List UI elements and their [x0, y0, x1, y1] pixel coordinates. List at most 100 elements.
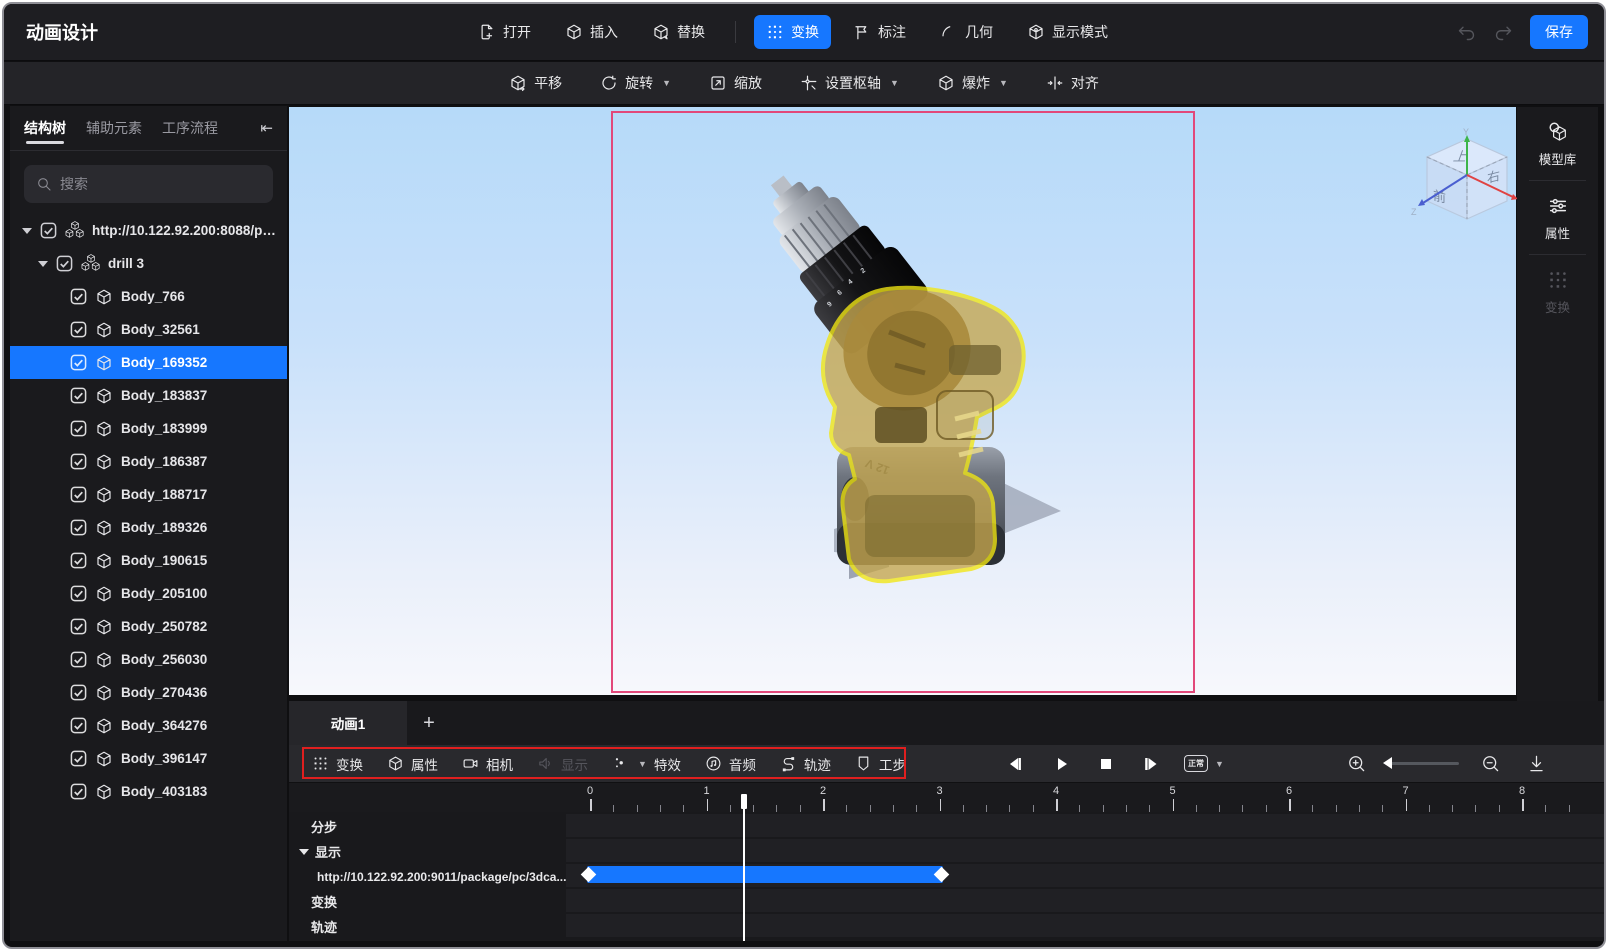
camera-icon: [463, 759, 478, 768]
replace-button[interactable]: 替换: [640, 15, 717, 49]
search-input[interactable]: 搜索: [24, 165, 273, 203]
checkbox-checked-icon[interactable]: [70, 387, 87, 404]
playhead-handle[interactable]: [740, 794, 747, 809]
tree-row-body[interactable]: Body_766: [10, 280, 287, 313]
checkbox-checked-icon[interactable]: [70, 618, 87, 635]
align-button[interactable]: 对齐: [1034, 66, 1111, 100]
animation-tab[interactable]: 动画1: [289, 701, 407, 745]
timeline-zoom-out-button[interactable]: [1481, 745, 1500, 782]
play-mode-selector[interactable]: 正常 ▼: [1184, 745, 1224, 782]
checkbox-checked-icon[interactable]: [40, 222, 57, 239]
open-button[interactable]: 打开: [466, 15, 543, 49]
checkbox-checked-icon[interactable]: [70, 519, 87, 536]
collapse-sidebar-icon[interactable]: ⇤: [260, 119, 273, 137]
timeline-zoom-in-button[interactable]: [1347, 745, 1366, 782]
undo-icon[interactable]: [1456, 22, 1477, 43]
properties-button[interactable]: 属性: [1517, 181, 1598, 254]
effects-dropdown-caret[interactable]: ▼: [638, 759, 647, 769]
tab-auxiliary-elements[interactable]: 辅助元素: [86, 106, 142, 150]
tree-row-body[interactable]: Body_270436: [10, 676, 287, 709]
track-steps[interactable]: [566, 814, 1604, 837]
rotate-button[interactable]: 旋转 ▼: [588, 66, 683, 100]
playhead[interactable]: [740, 794, 747, 941]
checkbox-checked-icon[interactable]: [70, 651, 87, 668]
expand-arrow-icon[interactable]: [22, 227, 32, 234]
timeline-zoom-slider[interactable]: [1383, 757, 1459, 769]
tree-row-body[interactable]: Body_250782: [10, 610, 287, 643]
add-animation-tab-button[interactable]: +: [407, 701, 451, 745]
checkbox-checked-icon[interactable]: [70, 486, 87, 503]
tab-process-flow[interactable]: 工序流程: [162, 106, 218, 150]
pan-button[interactable]: 平移: [497, 66, 574, 100]
tree-row-body[interactable]: Body_183999: [10, 412, 287, 445]
drill-model[interactable]: 12 V: [289, 107, 1516, 695]
checkbox-checked-icon[interactable]: [70, 585, 87, 602]
tree-row-body[interactable]: Body_188717: [10, 478, 287, 511]
set-pivot-button[interactable]: 设置枢轴 ▼: [788, 66, 911, 100]
tree-row-body[interactable]: Body_183837: [10, 379, 287, 412]
ruler-major-tick: [823, 799, 825, 811]
rotate-dropdown-caret[interactable]: ▼: [662, 78, 671, 88]
stop-button[interactable]: [1096, 745, 1116, 782]
model-library-button[interactable]: 模型库: [1517, 107, 1598, 180]
scale-button[interactable]: 缩放: [697, 66, 774, 100]
checkbox-checked-icon[interactable]: [70, 321, 87, 338]
collapse-row-icon[interactable]: [299, 848, 309, 855]
step-forward-button[interactable]: [1141, 745, 1161, 782]
tree-row-body[interactable]: Body_396147: [10, 742, 287, 775]
display-mode-button[interactable]: 显示模式: [1015, 15, 1120, 49]
export-button[interactable]: [1527, 745, 1546, 782]
track-trajectory[interactable]: [566, 914, 1604, 937]
checkbox-checked-icon[interactable]: [70, 750, 87, 767]
tab-structure-tree[interactable]: 结构树: [24, 106, 66, 150]
tree-row-body[interactable]: Body_190615: [10, 544, 287, 577]
checkbox-checked-icon[interactable]: [56, 255, 73, 272]
viewport-3d[interactable]: 12 V: [289, 107, 1525, 695]
tree-row-root[interactable]: http://10.122.92.200:8088/pack...: [10, 214, 287, 247]
track-transform[interactable]: [566, 889, 1604, 912]
explode-dropdown-caret[interactable]: ▼: [999, 78, 1008, 88]
tree-row-body[interactable]: Body_205100: [10, 577, 287, 610]
tl-audio-button[interactable]: 音频: [696, 748, 765, 780]
expand-arrow-icon[interactable]: [38, 260, 48, 267]
tree-row-body[interactable]: Body_189326: [10, 511, 287, 544]
tl-camera-button[interactable]: 相机: [453, 748, 522, 780]
checkbox-checked-icon[interactable]: [70, 420, 87, 437]
checkbox-checked-icon[interactable]: [70, 453, 87, 470]
annotate-button[interactable]: 标注: [841, 15, 918, 49]
tl-properties-button[interactable]: 属性: [378, 748, 447, 780]
tree-row-body[interactable]: Body_364276: [10, 709, 287, 742]
checkbox-checked-icon[interactable]: [70, 684, 87, 701]
set-pivot-dropdown-caret[interactable]: ▼: [890, 78, 899, 88]
tree-row-body[interactable]: Body_169352: [10, 346, 287, 379]
redo-icon[interactable]: [1493, 22, 1514, 43]
geometry-button[interactable]: 几何: [928, 15, 1005, 49]
checkbox-checked-icon[interactable]: [70, 354, 87, 371]
timeline-ruler[interactable]: 0 1 2 3 4 5 6 7 8: [289, 782, 1604, 812]
transform-mode-button[interactable]: 变换: [754, 15, 831, 49]
step-back-button[interactable]: [1005, 745, 1025, 782]
checkbox-checked-icon[interactable]: [70, 552, 87, 569]
set-pivot-icon: [801, 75, 817, 91]
tl-trajectory-button[interactable]: 轨迹: [771, 748, 840, 780]
tree-row-body[interactable]: Body_32561: [10, 313, 287, 346]
checkbox-checked-icon[interactable]: [70, 288, 87, 305]
tl-work-step-button[interactable]: 工步: [846, 748, 915, 780]
selected-part-highlight[interactable]: [820, 272, 1026, 584]
view-cube[interactable]: 上 前 右 Y Z X: [1407, 127, 1527, 232]
tl-transform-button[interactable]: 变换: [303, 748, 372, 780]
slider-thumb[interactable]: [1383, 757, 1392, 769]
insert-button[interactable]: 插入: [553, 15, 630, 49]
tree-row-body[interactable]: Body_256030: [10, 643, 287, 676]
save-button[interactable]: 保存: [1530, 15, 1588, 49]
tree-row-assembly[interactable]: drill 3: [10, 247, 287, 280]
tree-row-body[interactable]: Body_186387: [10, 445, 287, 478]
checkbox-checked-icon[interactable]: [70, 783, 87, 800]
explode-button[interactable]: 爆炸 ▼: [925, 66, 1020, 100]
play-button[interactable]: [1052, 745, 1072, 782]
track-display[interactable]: [566, 839, 1604, 862]
checkbox-checked-icon[interactable]: [70, 717, 87, 734]
tl-effects-button[interactable]: ▼ 特效: [603, 748, 690, 780]
display-clip-bar[interactable]: [580, 866, 949, 883]
tree-row-body[interactable]: Body_403183: [10, 775, 287, 808]
